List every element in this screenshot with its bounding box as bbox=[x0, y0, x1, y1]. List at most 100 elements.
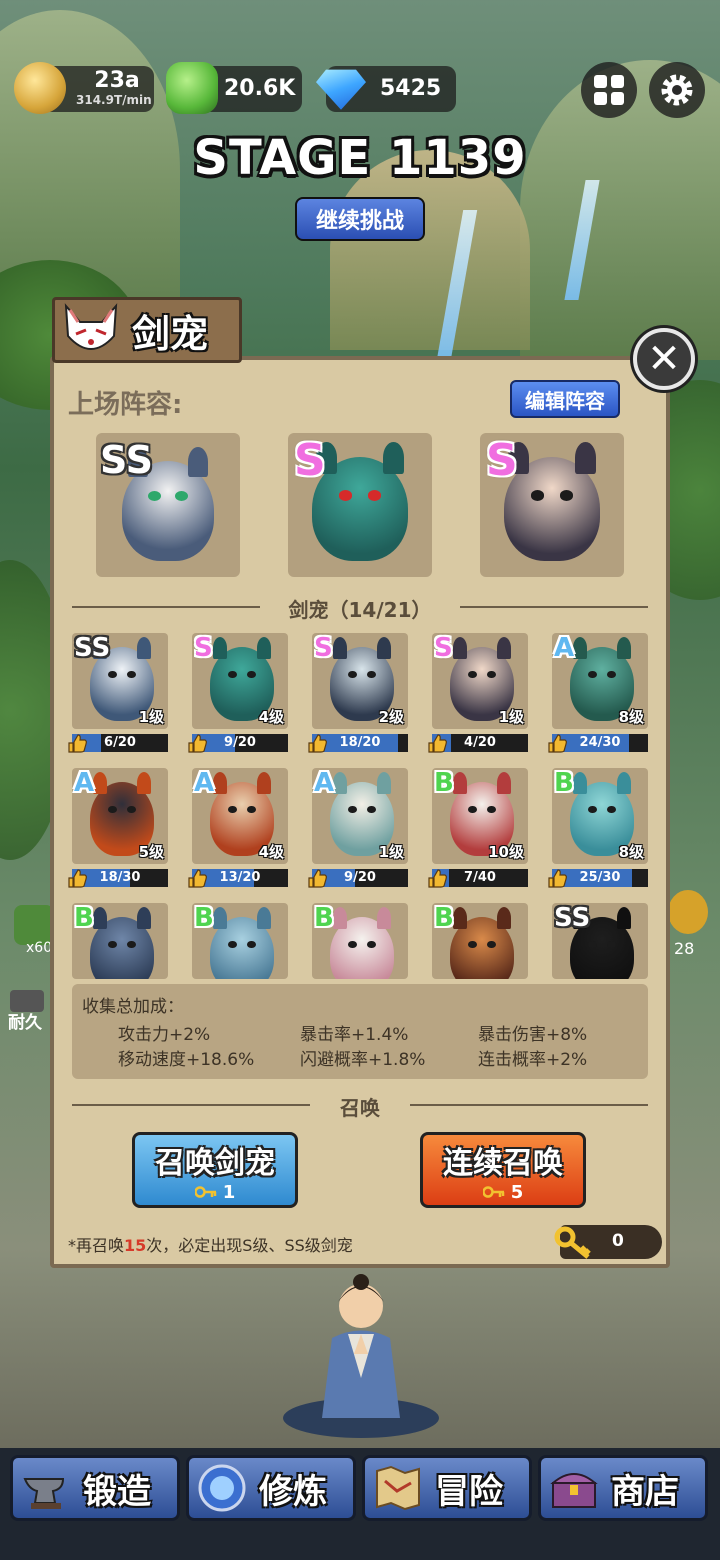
settings-button[interactable] bbox=[649, 62, 705, 118]
summon-divider-right bbox=[410, 1104, 648, 1106]
gem-counter: 5425 bbox=[316, 66, 456, 112]
pet-card[interactable]: A 4级 bbox=[192, 768, 288, 864]
pet-card[interactable]: S 4级 bbox=[192, 633, 288, 729]
upgrade-thumb-icon bbox=[188, 869, 207, 888]
map-icon bbox=[376, 1465, 420, 1511]
lineup-label: 上场阵容: bbox=[68, 390, 183, 420]
nav-cultivate-label: 修炼 bbox=[259, 1471, 327, 1512]
divider-right bbox=[460, 606, 648, 608]
pet-portrait bbox=[504, 442, 600, 561]
pet-level: 4级 bbox=[258, 843, 284, 861]
bonus-title: 收集总加成： bbox=[82, 997, 184, 1017]
durability-label: 耐久 bbox=[8, 1013, 42, 1033]
pet-level: 1级 bbox=[378, 843, 404, 861]
upgrade-thumb-icon bbox=[428, 869, 447, 888]
gem-value: 5425 bbox=[380, 76, 442, 101]
grade-badge: SS bbox=[100, 438, 154, 482]
summon-one-button[interactable]: 召唤剑宠 1 bbox=[132, 1132, 298, 1208]
grade-badge: A bbox=[74, 768, 95, 798]
key-count-display: 0 bbox=[554, 1225, 662, 1259]
upgrade-thumb-icon bbox=[188, 734, 207, 753]
chest-icon bbox=[550, 1473, 598, 1508]
pet-portrait bbox=[90, 906, 154, 979]
remaining-summons: 15 bbox=[124, 1236, 147, 1255]
summon-multi-cost: 5 bbox=[510, 1181, 524, 1203]
summon-multi-button[interactable]: 连续召唤 5 bbox=[420, 1132, 586, 1208]
hero-character bbox=[283, 1274, 439, 1438]
right-side-count: 28 bbox=[674, 939, 695, 958]
pet-card[interactable]: A 1级 bbox=[312, 768, 408, 864]
key-icon bbox=[194, 1186, 216, 1198]
gold-value: 23a bbox=[94, 68, 140, 93]
summon-section-title: 召唤 bbox=[340, 1096, 380, 1120]
pet-portrait bbox=[312, 442, 408, 561]
collection-title: 剑宠（14/21） bbox=[288, 598, 432, 622]
menu-grid-button[interactable] bbox=[581, 62, 637, 118]
fox-mask-icon bbox=[64, 303, 118, 350]
pet-portrait bbox=[450, 906, 514, 979]
upgrade-thumb-icon bbox=[548, 869, 567, 888]
pet-card[interactable]: B 8级 bbox=[552, 768, 648, 864]
continue-challenge-button[interactable]: 继续挑战 bbox=[295, 197, 425, 241]
pet-card[interactable]: A 8级 bbox=[552, 633, 648, 729]
summon-one-cost: 1 bbox=[222, 1181, 236, 1203]
pet-card[interactable]: S 1级 bbox=[432, 633, 528, 729]
lineup-slot-2[interactable]: S bbox=[288, 433, 432, 577]
bonus-crit-rate: 暴击率+1.4% bbox=[300, 1025, 409, 1045]
pet-card[interactable]: B bbox=[312, 903, 408, 979]
nav-adventure-label: 冒险 bbox=[435, 1471, 503, 1512]
pet-level: 8级 bbox=[618, 708, 644, 726]
pet-card[interactable]: S 2级 bbox=[312, 633, 408, 729]
grade-badge: A bbox=[554, 633, 575, 663]
pet-card[interactable]: A 5级 bbox=[72, 768, 168, 864]
pet-card[interactable]: B bbox=[72, 903, 168, 979]
pet-card[interactable]: B 10级 bbox=[432, 768, 528, 864]
bonus-attack: 攻击力+2% bbox=[118, 1025, 211, 1045]
pet-card[interactable]: B bbox=[192, 903, 288, 979]
pet-level: 4级 bbox=[258, 708, 284, 726]
pet-portrait bbox=[330, 906, 394, 979]
lineup-slot-1[interactable]: SS bbox=[96, 433, 240, 577]
pet-level: 10级 bbox=[488, 843, 524, 861]
grade-badge: A bbox=[314, 768, 335, 798]
nav-cultivate-button[interactable]: 修炼 bbox=[186, 1455, 356, 1521]
upgrade-thumb-icon bbox=[68, 734, 87, 753]
pet-card[interactable]: B bbox=[432, 903, 528, 979]
grade-badge: SS bbox=[74, 633, 111, 663]
lineup-slot-3[interactable]: S bbox=[480, 433, 624, 577]
upgrade-thumb-icon bbox=[68, 869, 87, 888]
grade-badge: A bbox=[194, 768, 215, 798]
nav-forge-button[interactable]: 锻造 bbox=[10, 1455, 180, 1521]
bonus-move-speed: 移动速度+18.6% bbox=[118, 1050, 255, 1070]
stage-title: STAGE 1139 bbox=[193, 130, 527, 186]
left-side-item[interactable] bbox=[14, 905, 54, 945]
pet-level: 2级 bbox=[378, 708, 404, 726]
pet-portrait bbox=[210, 906, 274, 979]
summon-multi-label: 连续召唤 bbox=[443, 1145, 563, 1181]
pet-card[interactable]: SS 1级 bbox=[72, 633, 168, 729]
grade-badge: SS bbox=[554, 903, 591, 933]
key-icon bbox=[482, 1186, 504, 1198]
right-side-arrow-icon[interactable] bbox=[668, 890, 708, 934]
summon-guarantee-note: *再召唤15次，必定出现S级、SS级剑宠 bbox=[68, 1236, 353, 1255]
key-count: 0 bbox=[612, 1231, 624, 1251]
bonus-dodge: 闪避概率+1.8% bbox=[300, 1050, 426, 1070]
gold-rate: 314.9T/min bbox=[76, 93, 152, 107]
nav-shop-label: 商店 bbox=[611, 1471, 679, 1512]
bonus-crit-damage: 暴击伤害+8% bbox=[478, 1025, 588, 1045]
left-side-count: x60 bbox=[26, 940, 53, 956]
gear-icon bbox=[661, 74, 693, 106]
upgrade-thumb-icon bbox=[308, 869, 327, 888]
summon-divider-left bbox=[72, 1104, 310, 1106]
nav-shop-button[interactable]: 商店 bbox=[538, 1455, 708, 1521]
gold-counter: 23a 314.9T/min bbox=[14, 62, 154, 114]
close-button[interactable]: ✕ bbox=[633, 328, 695, 390]
jade-counter: 20.6K bbox=[166, 62, 302, 114]
pet-card[interactable]: SS bbox=[552, 903, 648, 979]
key-icon bbox=[554, 1226, 591, 1259]
upgrade-thumb-icon bbox=[548, 734, 567, 753]
grade-badge: S bbox=[314, 633, 333, 663]
jade-value: 20.6K bbox=[224, 76, 296, 101]
edit-lineup-button[interactable]: 编辑阵容 bbox=[510, 380, 620, 418]
nav-adventure-button[interactable]: 冒险 bbox=[362, 1455, 532, 1521]
